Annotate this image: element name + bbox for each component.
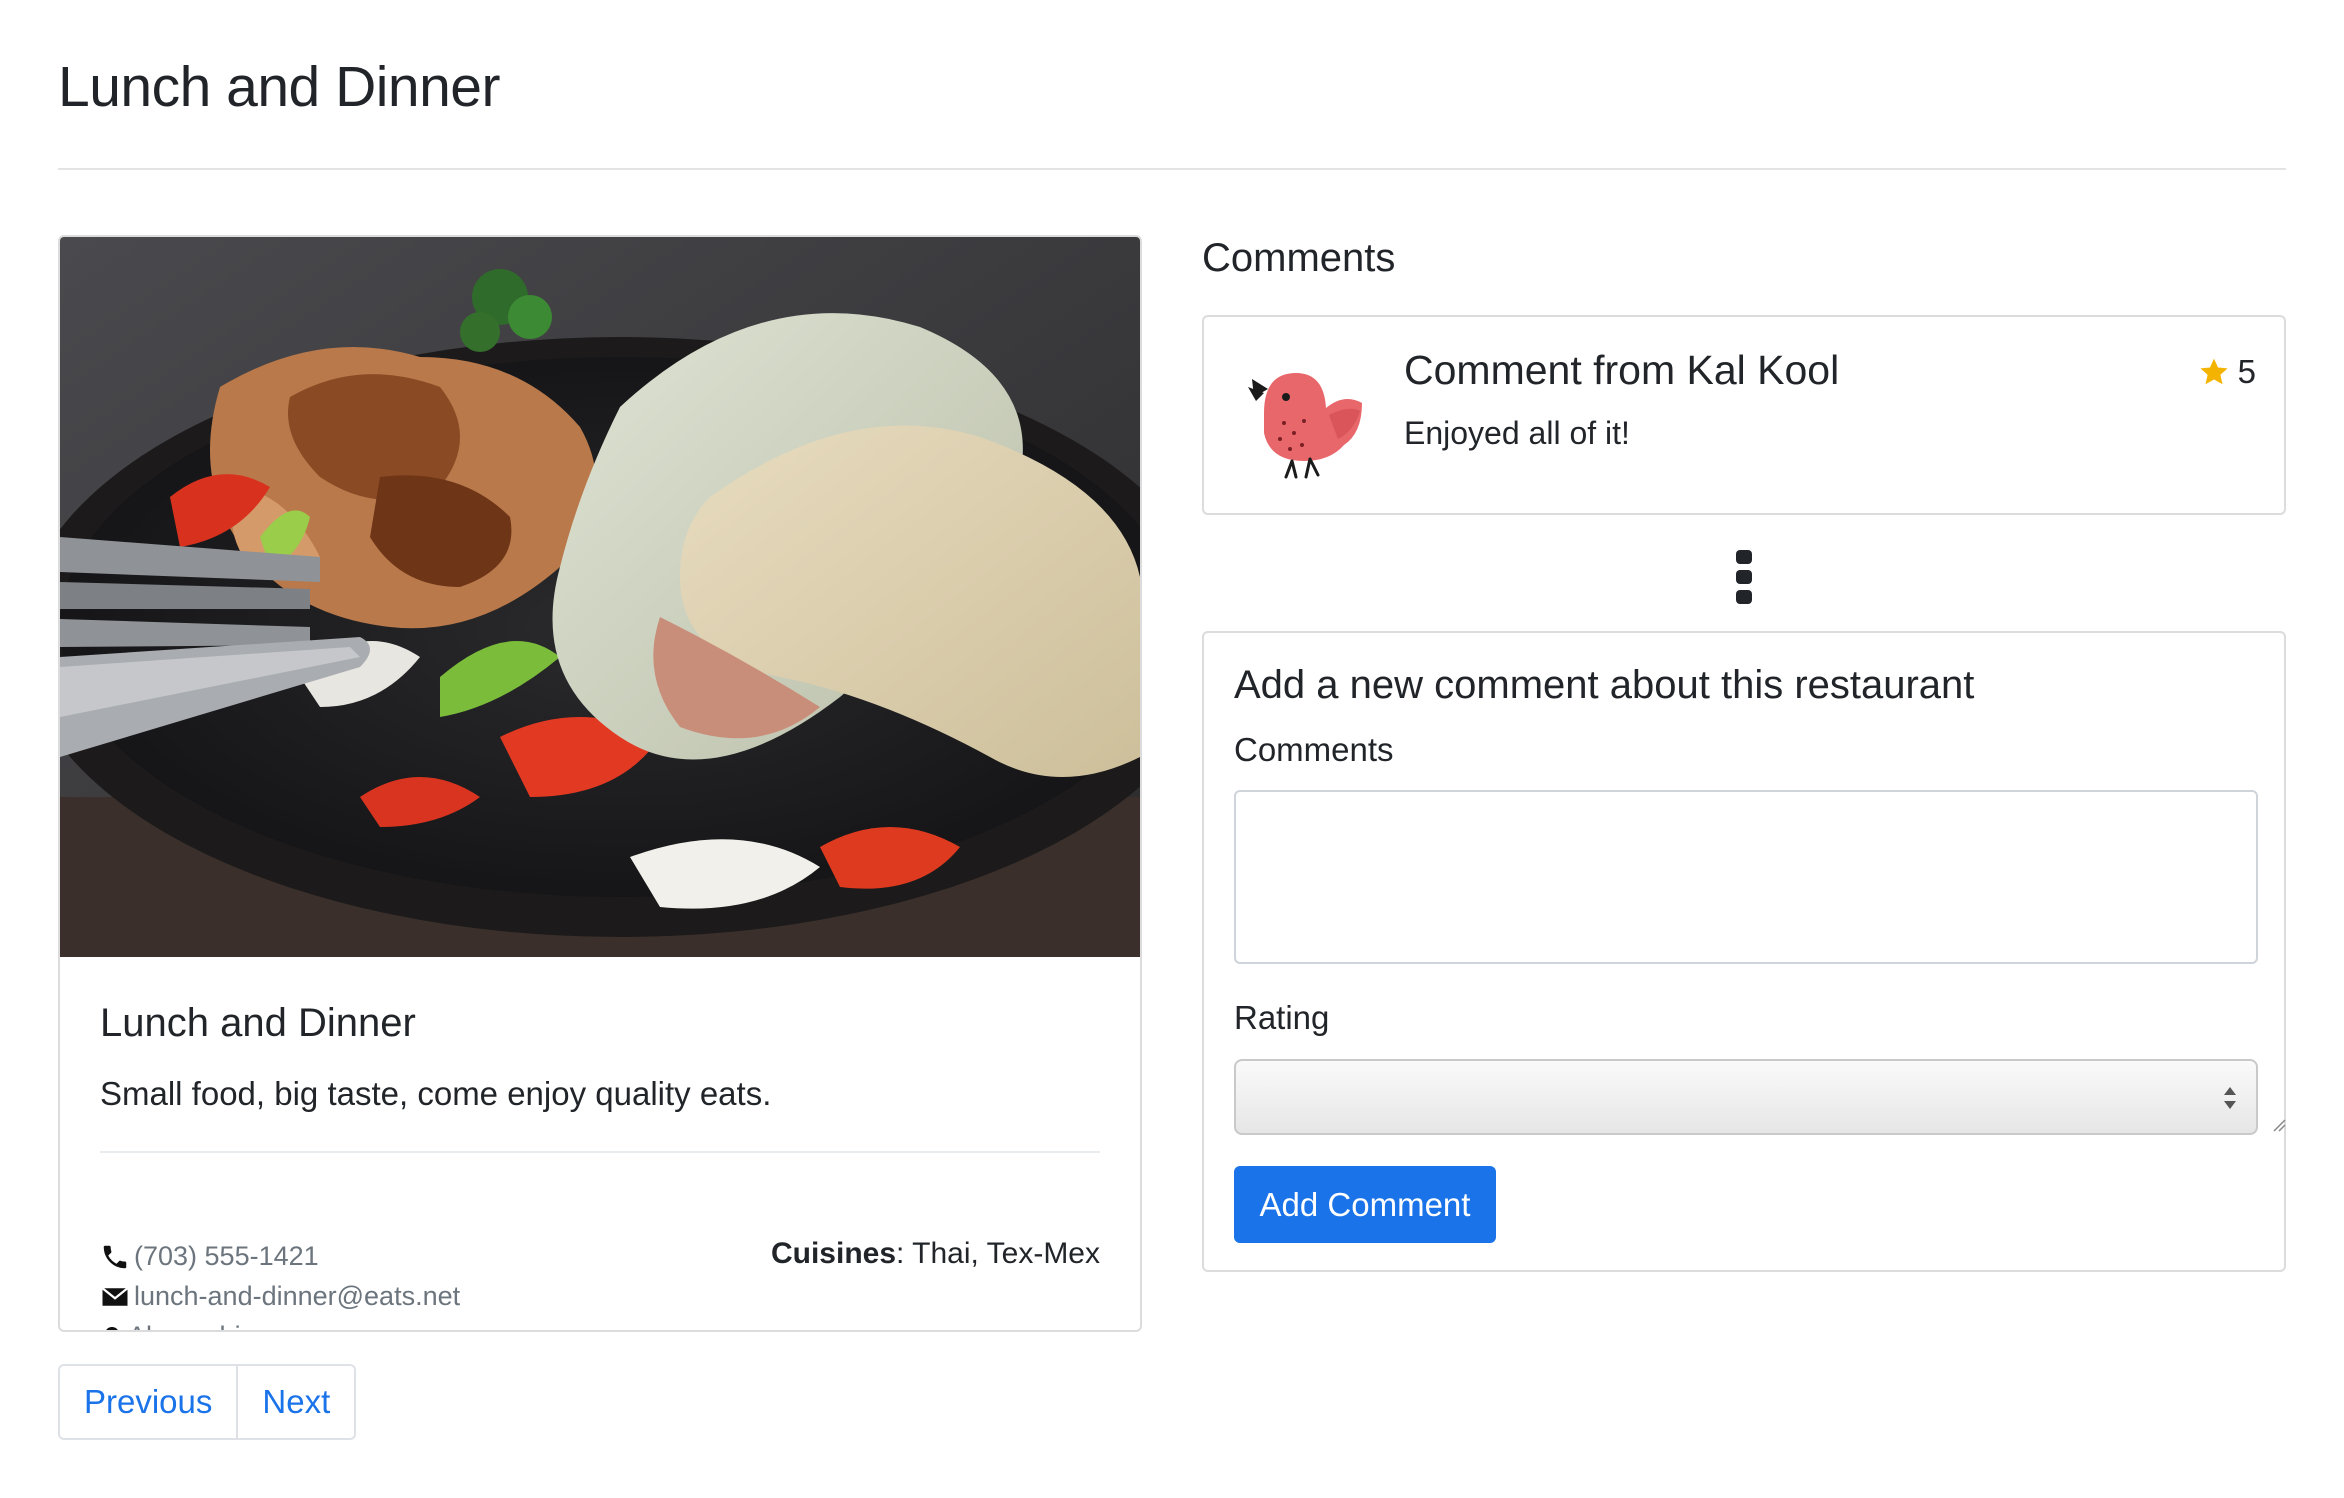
comment-title: Comment from Kal Kool	[1404, 347, 1840, 393]
more-vertical-icon[interactable]	[1733, 548, 1755, 606]
card-divider	[100, 1151, 1100, 1153]
comments-textarea[interactable]	[1234, 790, 2258, 964]
email-contact: lunch-and-dinner@eats.net	[100, 1281, 460, 1312]
rating-select[interactable]	[1234, 1059, 2258, 1135]
rating-value: 5	[2237, 353, 2256, 390]
form-title: Add a new comment about this restaurant	[1234, 663, 1975, 707]
comment-body: Enjoyed all of it!	[1404, 415, 1630, 451]
comments-label: Comments	[1234, 731, 1394, 768]
restaurant-description: Small food, big taste, come enjoy qualit…	[100, 1075, 772, 1112]
map-pin-icon	[105, 1326, 119, 1330]
phone-contact: (703) 555-1421	[100, 1241, 319, 1272]
phone-text: (703) 555-1421	[134, 1241, 319, 1271]
star-icon	[2200, 358, 2228, 385]
rating-label: Rating	[1234, 999, 1330, 1036]
add-comment-button[interactable]: Add Comment	[1234, 1166, 1496, 1243]
location-contact: Alexandria	[100, 1321, 256, 1330]
restaurant-card: Lunch and Dinner Small food, big taste, …	[58, 235, 1142, 1332]
previous-button[interactable]: Previous	[60, 1366, 236, 1438]
restaurant-photo	[60, 237, 1140, 957]
page-title: Lunch and Dinner	[58, 55, 501, 119]
comment-rating: 5	[2198, 353, 2256, 391]
email-text: lunch-and-dinner@eats.net	[134, 1281, 461, 1311]
comment-form: Add a new comment about this restaurant …	[1202, 631, 2286, 1272]
select-arrows-icon	[2224, 1087, 2236, 1109]
restaurant-name: Lunch and Dinner	[100, 1001, 416, 1045]
bird-avatar-icon	[1248, 373, 1362, 479]
envelope-icon	[101, 1286, 129, 1306]
cuisines-value: : Thai, Tex-Mex	[896, 1237, 1100, 1270]
comment-card: Comment from Kal Kool Enjoyed all of it!…	[1202, 315, 2286, 515]
cuisines: Cuisines: Thai, Tex-Mex	[771, 1237, 1100, 1271]
pagination: Previous Next	[58, 1364, 357, 1440]
cuisines-label: Cuisines	[770, 1237, 897, 1270]
phone-icon	[103, 1245, 127, 1268]
header-divider	[58, 168, 2286, 170]
comments-heading: Comments	[1202, 236, 1396, 280]
next-button[interactable]: Next	[236, 1366, 354, 1438]
location-text: Alexandria	[128, 1321, 256, 1330]
resize-grip-icon[interactable]	[2272, 1118, 2286, 1132]
